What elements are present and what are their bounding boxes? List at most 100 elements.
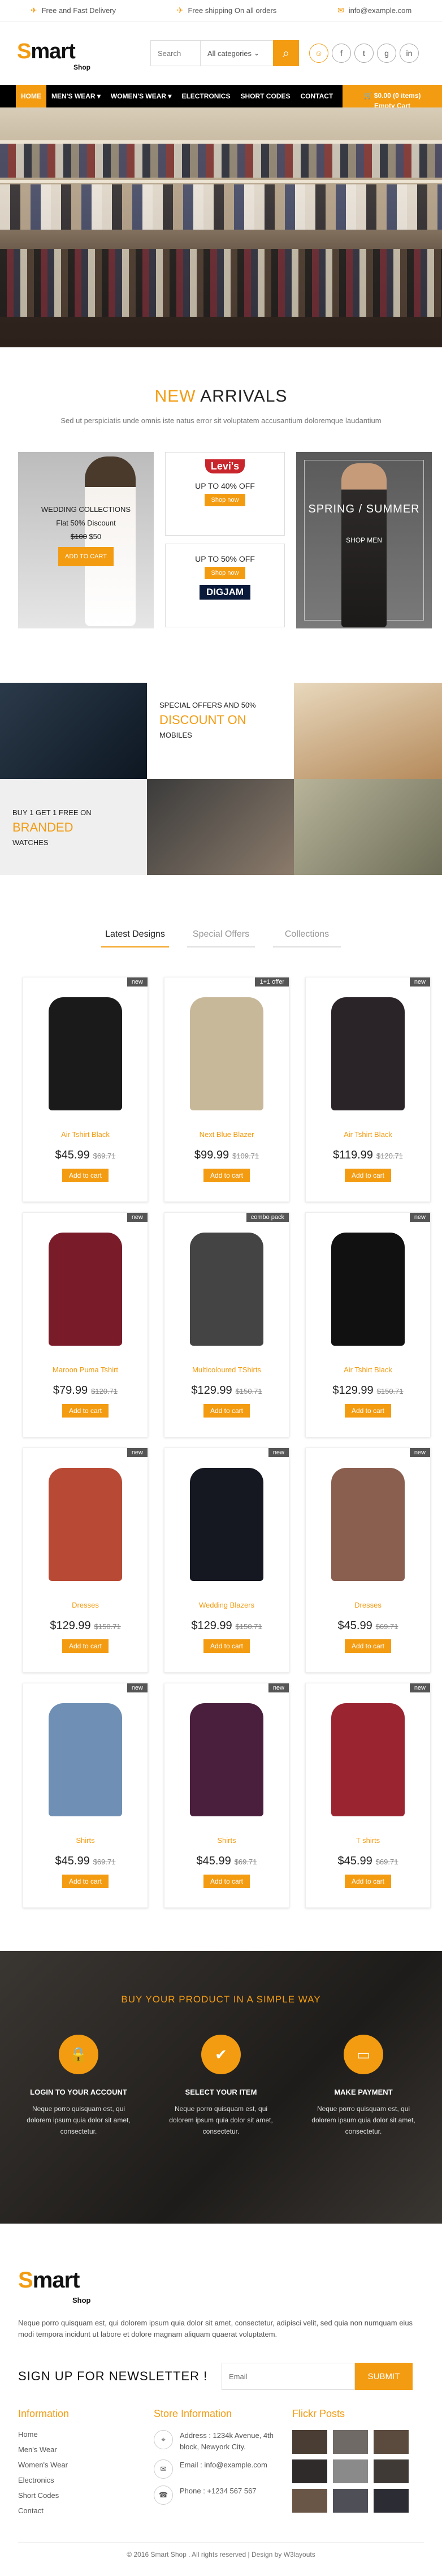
flickr-thumbnail[interactable] bbox=[374, 2489, 409, 2513]
tab-collections[interactable]: Collections bbox=[273, 929, 341, 947]
footer-link-short-codes[interactable]: Short Codes bbox=[18, 2491, 154, 2500]
product-image[interactable] bbox=[318, 1459, 418, 1589]
footer-link-contact[interactable]: Contact bbox=[18, 2506, 154, 2515]
product-card[interactable]: new Shirts $45.99 $69.71 Add to cart bbox=[164, 1683, 289, 1908]
footer-link-home[interactable]: Home bbox=[18, 2430, 154, 2439]
product-image[interactable] bbox=[177, 989, 276, 1119]
add-to-cart-button[interactable]: Add to cart bbox=[203, 1875, 250, 1888]
nav-mens-wear[interactable]: MEN'S WEAR ▾ bbox=[46, 85, 106, 107]
product-name[interactable]: Air Tshirt Black bbox=[23, 1130, 148, 1139]
add-to-cart-button[interactable]: Add to cart bbox=[203, 1404, 250, 1418]
product-card[interactable]: new Wedding Blazers $129.99 $150.71 Add to c… bbox=[164, 1448, 289, 1673]
product-card[interactable]: new Air Tshirt Black $129.99 $150.71 Add to … bbox=[305, 1212, 431, 1437]
digjam-offer-card[interactable]: UP TO 50% OFF Shop now DIGJAM bbox=[165, 544, 285, 627]
search-button[interactable]: ⌕ bbox=[273, 40, 299, 66]
add-to-cart-button[interactable]: Add to cart bbox=[62, 1404, 109, 1418]
footer-link-mens-wear[interactable]: Men's Wear bbox=[18, 2445, 154, 2454]
product-name[interactable]: Air Tshirt Black bbox=[306, 1130, 430, 1139]
flickr-thumbnail[interactable] bbox=[292, 2459, 327, 2483]
footer-link-womens-wear[interactable]: Women's Wear bbox=[18, 2461, 154, 2469]
linkedin-icon[interactable]: in bbox=[400, 44, 419, 63]
watch-offer-text[interactable]: BUY 1 GET 1 FREE ON BRANDED WATCHES bbox=[0, 779, 147, 875]
flickr-thumbnail[interactable] bbox=[333, 2489, 368, 2513]
product-name[interactable]: Dresses bbox=[306, 1601, 430, 1609]
mobile-offer-text[interactable]: SPECIAL OFFERS AND 50% DISCOUNT ON MOBIL… bbox=[147, 683, 294, 779]
product-price: $79.99 $120.71 bbox=[53, 1384, 118, 1397]
product-image[interactable] bbox=[318, 1695, 418, 1825]
add-to-cart-button[interactable]: Add to cart bbox=[344, 1875, 392, 1888]
nav-electronics[interactable]: ELECTRONICS bbox=[176, 85, 235, 107]
product-name[interactable]: Shirts bbox=[23, 1836, 148, 1845]
top-email[interactable]: ✉ info@example.com bbox=[337, 6, 411, 15]
product-image[interactable] bbox=[36, 1224, 135, 1354]
product-card[interactable]: 1+1 offer Next Blue Blazer $99.99 $109.71 Ad… bbox=[164, 977, 289, 1202]
product-name[interactable]: Multicoloured TShirts bbox=[164, 1365, 289, 1374]
footer-logo[interactable]: Smart Shop bbox=[18, 2268, 424, 2307]
product-price: $129.99 $150.71 bbox=[191, 1619, 262, 1632]
flickr-thumbnail[interactable] bbox=[333, 2430, 368, 2454]
flickr-thumbnail[interactable] bbox=[333, 2459, 368, 2483]
product-name[interactable]: Maroon Puma Tshirt bbox=[23, 1365, 148, 1374]
add-to-cart-button[interactable]: Add to cart bbox=[203, 1169, 250, 1182]
logo[interactable]: Smart Shop bbox=[17, 36, 136, 71]
flickr-thumbnail[interactable] bbox=[374, 2459, 409, 2483]
product-image[interactable] bbox=[177, 1459, 276, 1589]
nav-home[interactable]: HOME bbox=[16, 85, 46, 107]
tab-special-offers[interactable]: Special Offers bbox=[187, 929, 255, 947]
add-to-cart-button[interactable]: Add to cart bbox=[344, 1169, 392, 1182]
product-image[interactable] bbox=[36, 989, 135, 1119]
spring-summer-banner[interactable]: SPRING / SUMMER SHOP MEN bbox=[296, 452, 432, 628]
flickr-thumbnail[interactable] bbox=[292, 2430, 327, 2454]
product-card[interactable]: combo pack Multicoloured TShirts $129.99 $1… bbox=[164, 1212, 289, 1437]
product-card[interactable]: new Dresses $129.99 $150.71 Add to cart bbox=[23, 1448, 148, 1673]
product-image[interactable] bbox=[177, 1695, 276, 1825]
add-to-cart-button[interactable]: Add to cart bbox=[62, 1875, 109, 1888]
product-card[interactable]: new Dresses $45.99 $69.71 Add to cart bbox=[305, 1448, 431, 1673]
product-tag: new bbox=[127, 1448, 148, 1457]
add-to-cart-button[interactable]: Add to cart bbox=[344, 1639, 392, 1653]
tab-latest-designs[interactable]: Latest Designs bbox=[101, 929, 169, 947]
digjam-shop-now-button[interactable]: Shop now bbox=[204, 567, 246, 579]
product-card[interactable]: new Shirts $45.99 $69.71 Add to cart bbox=[23, 1683, 148, 1908]
wedding-collection-banner[interactable]: WEDDING COLLECTIONS Flat 50% Discount $1… bbox=[18, 452, 154, 628]
product-image[interactable] bbox=[318, 989, 418, 1119]
nav-short-codes[interactable]: SHORT CODES bbox=[235, 85, 295, 107]
category-select[interactable]: All categories ⌄ bbox=[201, 41, 273, 66]
product-name[interactable]: Next Blue Blazer bbox=[164, 1130, 289, 1139]
footer-link-electronics[interactable]: Electronics bbox=[18, 2476, 154, 2484]
twitter-icon[interactable]: t bbox=[354, 44, 374, 63]
add-to-cart-button[interactable]: Add to cart bbox=[62, 1639, 109, 1653]
product-name[interactable]: Wedding Blazers bbox=[164, 1601, 289, 1609]
google-plus-icon[interactable]: g bbox=[377, 44, 396, 63]
product-price: $45.99 $69.71 bbox=[55, 1149, 116, 1161]
newsletter-submit-button[interactable]: SUBMIT bbox=[355, 2363, 413, 2390]
add-to-cart-button[interactable]: Add to cart bbox=[203, 1639, 250, 1653]
levis-offer-card[interactable]: Levi's UP TO 40% OFF Shop now bbox=[165, 452, 285, 536]
product-name[interactable]: T shirts bbox=[306, 1836, 430, 1845]
add-to-cart-button[interactable]: Add to cart bbox=[62, 1169, 109, 1182]
product-card[interactable]: new Air Tshirt Black $45.99 $69.71 Add to ca… bbox=[23, 977, 148, 1202]
product-card[interactable]: new T shirts $45.99 $69.71 Add to cart bbox=[305, 1683, 431, 1908]
search-input[interactable] bbox=[151, 41, 201, 66]
product-card[interactable]: new Maroon Puma Tshirt $79.99 $120.71 Add to… bbox=[23, 1212, 148, 1437]
product-image[interactable] bbox=[177, 1224, 276, 1354]
arrivals-grid: WEDDING COLLECTIONS Flat 50% Discount $1… bbox=[18, 452, 442, 628]
product-price: $45.99 $69.71 bbox=[196, 1855, 257, 1867]
user-icon[interactable]: ☺ bbox=[309, 44, 328, 63]
nav-contact[interactable]: CONTACT bbox=[295, 85, 338, 107]
add-to-cart-button[interactable]: Add to cart bbox=[344, 1404, 392, 1418]
flickr-thumbnail[interactable] bbox=[292, 2489, 327, 2513]
product-name[interactable]: Air Tshirt Black bbox=[306, 1365, 430, 1374]
product-card[interactable]: new Air Tshirt Black $119.99 $120.71 Add to … bbox=[305, 977, 431, 1202]
nav-womens-wear[interactable]: WOMEN'S WEAR ▾ bbox=[106, 85, 177, 107]
product-name[interactable]: Shirts bbox=[164, 1836, 289, 1845]
product-name[interactable]: Dresses bbox=[23, 1601, 148, 1609]
flickr-thumbnail[interactable] bbox=[374, 2430, 409, 2454]
wedding-add-to-cart-button[interactable]: ADD TO CART bbox=[58, 547, 114, 566]
product-image[interactable] bbox=[36, 1459, 135, 1589]
facebook-icon[interactable]: f bbox=[332, 44, 351, 63]
product-image[interactable] bbox=[36, 1695, 135, 1825]
product-image[interactable] bbox=[318, 1224, 418, 1354]
levis-shop-now-button[interactable]: Shop now bbox=[204, 494, 246, 506]
newsletter-email-input[interactable] bbox=[222, 2363, 355, 2390]
